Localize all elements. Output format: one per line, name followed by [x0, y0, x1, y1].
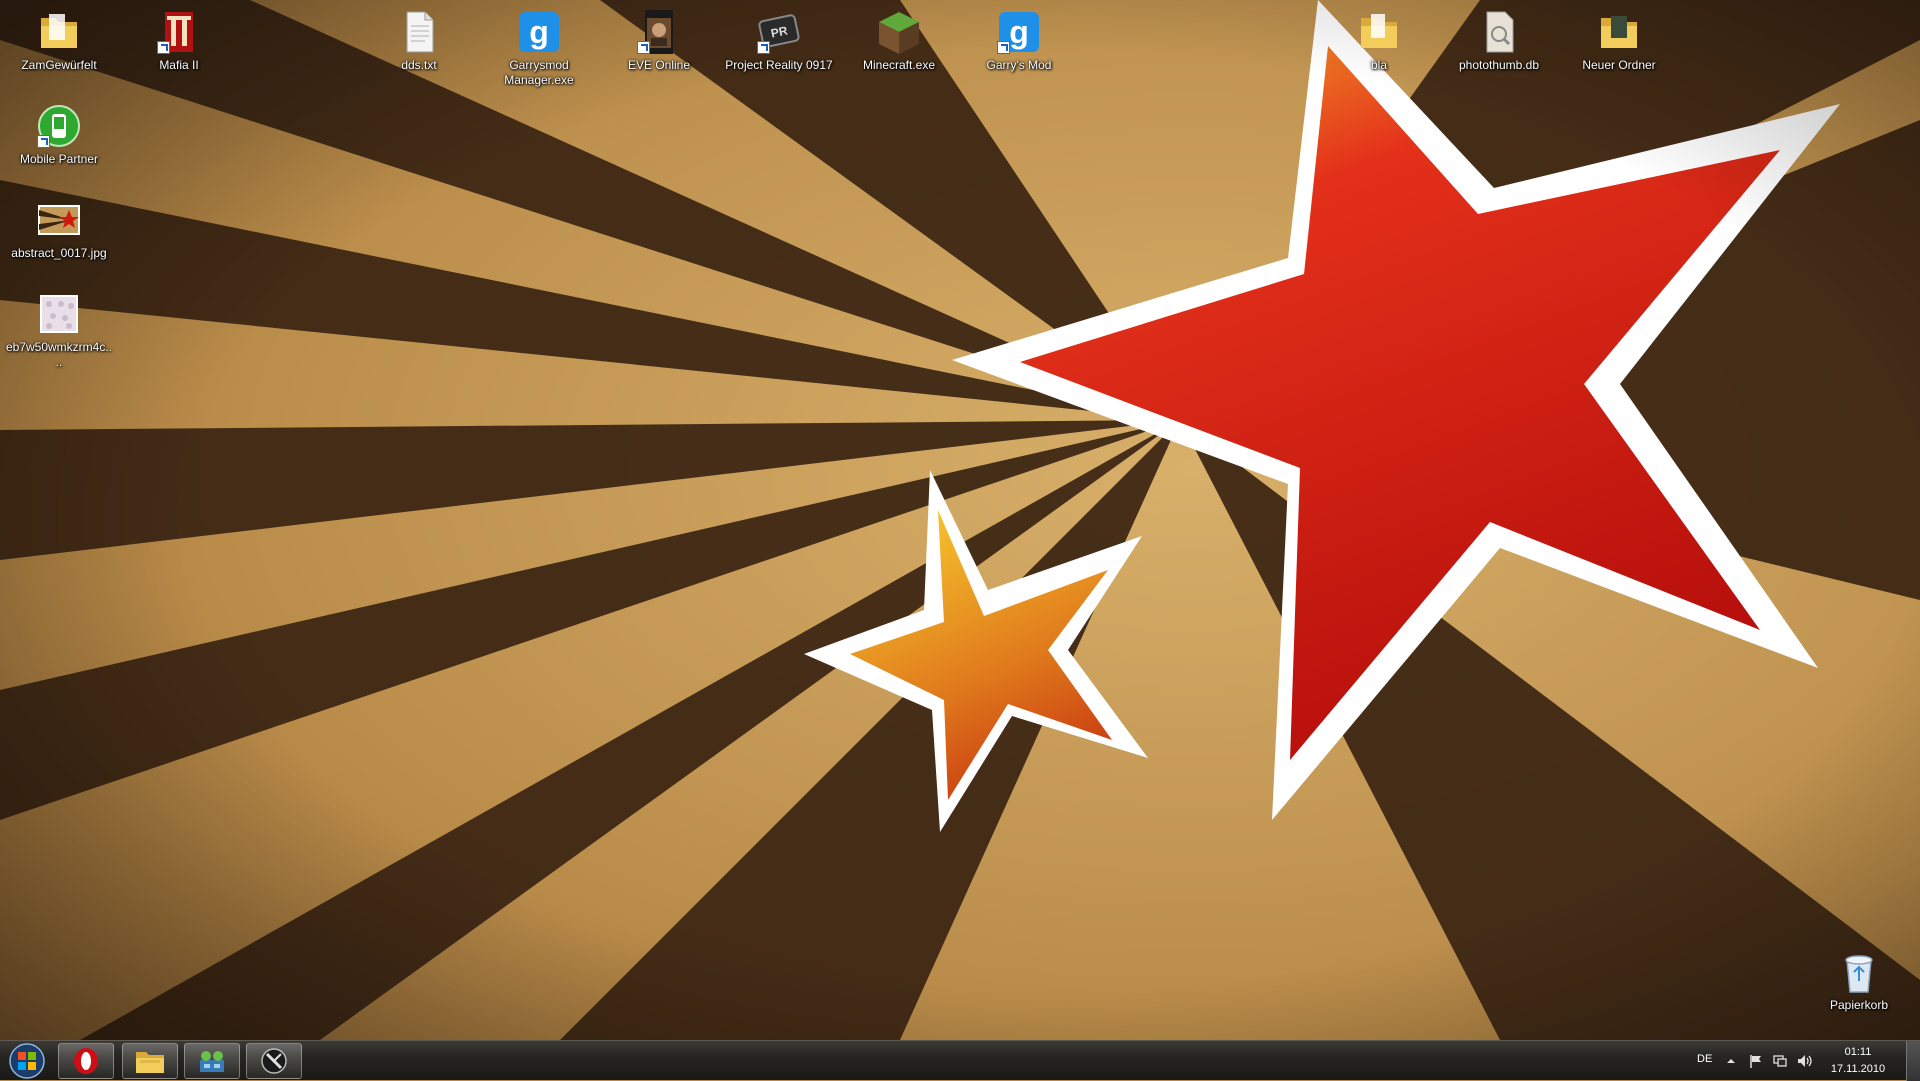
taskbar-opera[interactable]: [58, 1043, 114, 1079]
taskbar: DE 01:11 17.11.2010: [0, 1040, 1920, 1081]
shortcut-arrow-icon: [757, 41, 770, 54]
desktop-icon-minecraft[interactable]: Minecraft.exe: [844, 2, 954, 73]
icon-label: ZamGewürfelt: [21, 58, 97, 72]
start-button[interactable]: [4, 1042, 50, 1080]
icon-label: Garrysmod Manager.exe: [504, 58, 574, 87]
desktop-icon-zamgewuerfelt[interactable]: ZamGewürfelt: [4, 2, 114, 73]
desktop-icon-garrysmod-manager[interactable]: g Garrysmod Manager.exe: [484, 2, 594, 88]
minecraft-icon: [875, 8, 923, 56]
icon-label: abstract_0017.jpg: [11, 246, 107, 260]
shortcut-arrow-icon: [997, 41, 1010, 54]
garrysmod-icon: g: [995, 8, 1043, 56]
tool-app-icon: [261, 1048, 287, 1074]
network-icon[interactable]: [1772, 1053, 1788, 1069]
desktop-icon-mafia-ii[interactable]: Mafia II: [124, 2, 234, 73]
svg-text:g: g: [1009, 14, 1029, 50]
opera-icon: [74, 1048, 98, 1074]
desktop-icon-mobile-partner[interactable]: Mobile Partner: [4, 96, 114, 167]
garrysmod-icon: g: [515, 8, 563, 56]
recycle-bin-icon: [1835, 948, 1883, 996]
desktop[interactable]: ZamGewürfelt Mafia II dds.txt g Garrysmo…: [0, 0, 1920, 1040]
icon-label: dds.txt: [401, 58, 437, 72]
desktop-icon-eve-online[interactable]: EVE Online: [604, 2, 714, 73]
icon-label: bla: [1370, 58, 1387, 72]
network-app-icon: [200, 1051, 224, 1072]
database-file-icon: [1475, 8, 1523, 56]
icon-label: Project Reality 0917: [725, 58, 833, 72]
folder-icon: [1595, 8, 1643, 56]
clock-date[interactable]: 17.11.2010: [1826, 1063, 1890, 1075]
image-file-icon: [35, 290, 83, 338]
desktop-icon-dds-txt[interactable]: dds.txt: [364, 2, 474, 73]
taskbar-explorer[interactable]: [122, 1043, 178, 1079]
mafia-icon: [155, 8, 203, 56]
desktop-icon-neuer-ordner[interactable]: Neuer Ordner: [1564, 2, 1674, 73]
icon-label: Mobile Partner: [19, 152, 99, 166]
image-file-icon: [35, 196, 83, 244]
shortcut-arrow-icon: [37, 135, 50, 148]
folder-icon: [1355, 8, 1403, 56]
windows-logo-icon: [9, 1043, 45, 1079]
eve-online-icon: [635, 8, 683, 56]
taskbar-network-app[interactable]: [184, 1043, 240, 1079]
icon-label: Garry's Mod: [986, 58, 1052, 72]
icon-label: Mafia II: [159, 58, 199, 72]
show-desktop-button[interactable]: [1906, 1041, 1920, 1081]
wallpaper: [0, 0, 1920, 1040]
text-file-icon: [395, 8, 443, 56]
icon-label: Papierkorb: [1829, 998, 1889, 1012]
svg-text:g: g: [529, 14, 549, 50]
clock-time[interactable]: 01:11: [1842, 1046, 1874, 1058]
folder-icon: [35, 8, 83, 56]
desktop-icon-garrys-mod[interactable]: g Garry's Mod: [964, 2, 1074, 73]
explorer-folder-icon: [136, 1052, 164, 1073]
volume-icon[interactable]: [1796, 1053, 1814, 1069]
language-indicator[interactable]: DE: [1697, 1053, 1712, 1065]
taskbar-tool-app[interactable]: [246, 1043, 302, 1079]
shortcut-arrow-icon: [637, 41, 650, 54]
icon-label: eb7w50wmkzrm4c....: [5, 340, 113, 369]
icon-label: Neuer Ordner: [1582, 58, 1656, 72]
desktop-icon-photothumb[interactable]: photothumb.db: [1444, 2, 1554, 73]
show-hidden-icons-icon[interactable]: [1726, 1056, 1736, 1066]
desktop-icon-papierkorb[interactable]: Papierkorb: [1804, 942, 1914, 1013]
shortcut-arrow-icon: [157, 41, 170, 54]
project-reality-icon: PR: [755, 8, 803, 56]
icon-label: EVE Online: [627, 58, 691, 72]
desktop-icon-project-reality[interactable]: PR Project Reality 0917: [724, 2, 834, 73]
icon-label: photothumb.db: [1458, 58, 1540, 72]
desktop-icon-abstract-jpg[interactable]: abstract_0017.jpg: [4, 190, 114, 261]
action-center-flag-icon[interactable]: [1748, 1053, 1764, 1069]
desktop-icon-bla[interactable]: bla: [1324, 2, 1434, 73]
desktop-icon-eb7w50[interactable]: eb7w50wmkzrm4c....: [4, 284, 114, 370]
icon-label: Minecraft.exe: [862, 58, 936, 72]
mobile-partner-icon: [35, 102, 83, 150]
